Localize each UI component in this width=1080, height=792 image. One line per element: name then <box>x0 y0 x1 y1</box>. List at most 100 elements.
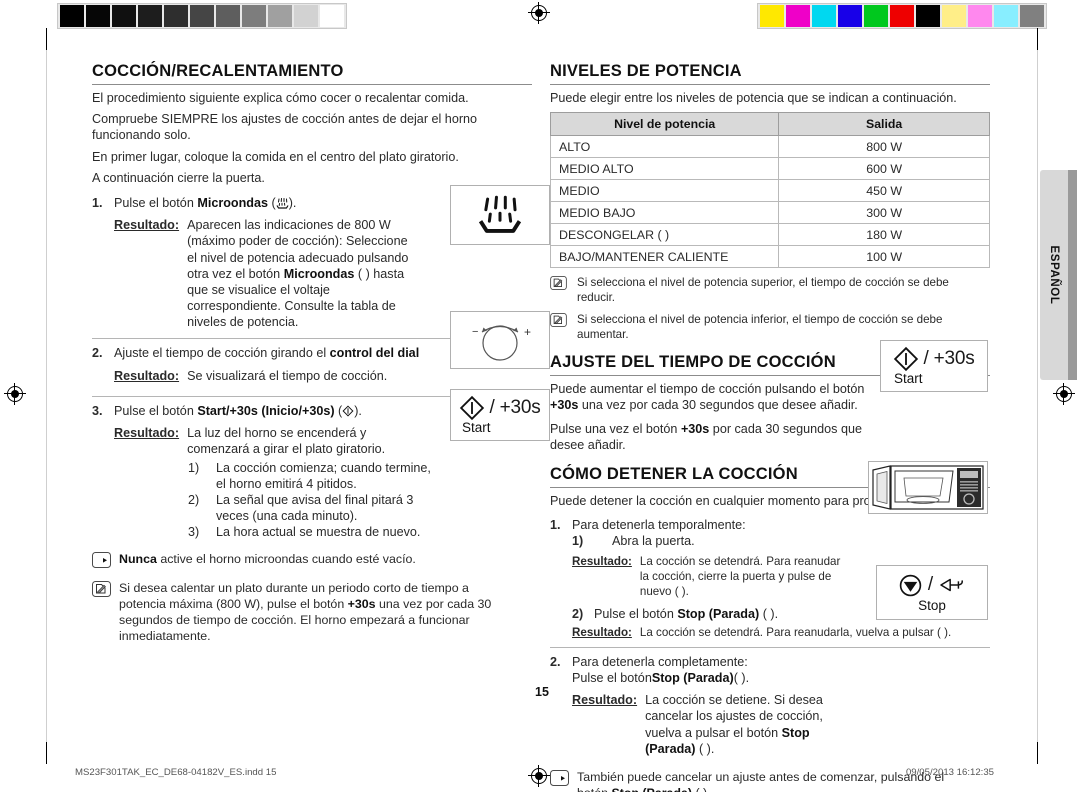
gray-swatch-7 <box>242 5 266 27</box>
table-cell-output: 600 W <box>778 157 990 181</box>
table-header-row: Nivel de potencia Salida <box>549 112 990 137</box>
table-cell-level: MEDIO ALTO <box>549 157 780 181</box>
step-2-text-a: Ajuste el tiempo de cocción girando el <box>114 345 330 360</box>
step-3-sub-2-number: 2) <box>188 493 200 508</box>
left-column: COCCIÓN/RECALENTAMIENTO El procedimiento… <box>92 62 550 644</box>
adjust-time-p1: Puede aumentar el tiempo de cocción puls… <box>550 381 865 413</box>
stop-step-1-sub-2-a: Pulse el botón <box>594 606 678 621</box>
right-column: NIVELES DE POTENCIA Puede elegir entre l… <box>549 62 990 792</box>
dial-icon: − + <box>472 325 531 361</box>
note-never-empty-text: Nunca active el horno microondas cuando … <box>119 551 532 569</box>
stop-step-1-result-2-text: La cocción se detendrá. Para reanudarla,… <box>639 625 952 639</box>
color-swatch-7 <box>942 5 966 27</box>
start-button-illustration: / +30s Start <box>450 389 550 441</box>
stop-step-1-result-2-label: Resultado: <box>572 625 632 639</box>
manual-page: ESPAÑOL COCCIÓN/RECALENTAMIENTO El proce… <box>0 0 1080 792</box>
step-2-number: 2. <box>92 345 103 360</box>
note-power-lower: Si selecciona el nivel de potencia infer… <box>550 312 990 342</box>
color-swatch-10 <box>1020 5 1044 27</box>
stop-step-2-number: 2. <box>550 654 561 669</box>
note-plus30s-bold: +30s <box>347 596 376 611</box>
color-swatch-6 <box>916 5 940 27</box>
note-plus30s: Si desea calentar un plato durante un pe… <box>92 580 532 644</box>
footer-timestamp: 09/05/2013 16:12:35 <box>905 767 994 778</box>
stop-step-2: 2. Para detenerla completamente: Pulse e… <box>550 654 990 757</box>
gray-swatch-0 <box>60 5 84 27</box>
gray-swatch-2 <box>112 5 136 27</box>
adjust-time-p1-c: una vez por cada 30 segundos que desee a… <box>578 398 858 413</box>
microwave-icon <box>276 197 289 213</box>
step-1-text-a: Pulse el botón <box>114 196 198 211</box>
start-button-plus-label: / +30s <box>489 397 541 418</box>
note-power-higher: Si selecciona el nivel de potencia super… <box>550 275 990 305</box>
table-cell-output: 100 W <box>778 245 990 269</box>
table-row: DESCONGELAR ( ) 180 W <box>549 223 990 247</box>
stop-step-1-sub-2-text: Pulse el botón Stop (Parada) ( ). <box>594 606 778 622</box>
stop-step-2-result-text: La cocción se detiene. Si desea cancelar… <box>645 692 837 757</box>
stop-step-1-result-1-label: Resultado: <box>572 554 632 568</box>
table-cell-output: 800 W <box>778 135 990 159</box>
caution-hand-icon <box>550 770 570 787</box>
stop-slash: / <box>927 574 934 595</box>
stop-step-1-text: Para detenerla temporalmente: <box>572 518 746 533</box>
note-never-bold: Nunca <box>119 551 157 566</box>
step-1-result: Resultado: Aparecen las indicaciones de … <box>114 217 414 330</box>
start-plus30s-illustration: / +30s Start <box>880 340 988 392</box>
table-row: ALTO 800 W <box>549 135 990 159</box>
adjust-time-p1-bold: +30s <box>550 398 579 413</box>
start-plus30s-row: / +30s <box>893 346 975 372</box>
step-3-sub-item: 3) La hora actual se muestra de nuevo. <box>188 524 438 540</box>
page-number: 15 <box>535 685 549 699</box>
step-3-result: Resultado: La luz del horno se encenderá… <box>114 425 404 457</box>
color-swatch-9 <box>994 5 1018 27</box>
color-swatch-8 <box>968 5 992 27</box>
step-3-text-a: Pulse el botón <box>114 404 198 419</box>
stop-button-row: / <box>898 573 966 598</box>
stop-step-2-result-label: Resultado: <box>572 693 638 708</box>
footer-filename: MS23F301TAK_EC_DE68-04182V_ES.indd 15 <box>75 767 277 778</box>
grayscale-calibration-strip <box>57 3 347 29</box>
language-tab-label: ESPAÑOL <box>1048 245 1060 305</box>
gray-swatch-4 <box>164 5 188 27</box>
start-diamond-icon <box>460 395 485 421</box>
adjust-time-p2-bold: +30s <box>680 421 710 436</box>
table-row: BAJO/MANTENER CALIENTE 100 W <box>549 245 990 269</box>
table-cell-level: MEDIO BAJO <box>549 201 780 225</box>
adjust-time-p2-a: Pulse una vez el botón <box>550 421 681 436</box>
step-3-result-label: Resultado: <box>114 426 180 441</box>
color-swatch-4 <box>864 5 888 27</box>
table-row: MEDIO 450 W <box>549 179 990 203</box>
note-cancel-bold: Stop (Parada) <box>611 786 692 792</box>
note-power-higher-text: Si selecciona el nivel de potencia super… <box>577 276 949 305</box>
stop-step-1-number: 1. <box>550 518 561 533</box>
color-swatch-2 <box>812 5 836 27</box>
intro-line-1: El procedimiento siguiente explica cómo … <box>92 91 469 105</box>
stop-step-1-result-1: Resultado: La cocción se detendrá. Para … <box>572 554 842 599</box>
registration-mark-left <box>4 383 26 405</box>
step-2-result-text: Se visualizará el tiempo de cocción. <box>187 368 388 383</box>
table-cell-level: ALTO <box>549 135 780 159</box>
registration-mark-right <box>1053 383 1075 405</box>
stop-circle-icon <box>899 574 922 596</box>
step-3-sublist: 1) La cocción comienza; cuando termine, … <box>188 460 438 541</box>
step-3-sub-3-text: La hora actual se muestra de nuevo. <box>216 525 421 540</box>
svg-text:−: − <box>472 326 478 338</box>
note-pencil-icon <box>550 276 570 293</box>
step-2-text-bold: control del dial <box>329 345 420 360</box>
plug-icon <box>940 578 964 592</box>
step-3-sub-item: 2) La señal que avisa del final pitará 3… <box>188 492 438 524</box>
table-cell-output: 300 W <box>778 201 990 225</box>
step-1-text: Pulse el botón Microondas ( ). <box>114 195 424 213</box>
note-plus30s-text: Si desea calentar un plato durante un pe… <box>119 580 509 644</box>
page-content: COCCIÓN/RECALENTAMIENTO El procedimiento… <box>62 62 1022 792</box>
stop-step-2-result: Resultado: La cocción se detiene. Si des… <box>572 692 837 757</box>
page-right-rule <box>1037 50 1038 742</box>
microwave-oven-illustration <box>868 461 988 514</box>
step-3-sub-3-number: 3) <box>188 525 200 540</box>
stop-button-label: Stop <box>918 597 946 613</box>
step-1-text-d: ). <box>288 196 297 211</box>
heading-coccion-recalentamiento: COCCIÓN/RECALENTAMIENTO <box>92 62 532 85</box>
table-header-salida: Salida <box>778 112 990 137</box>
stop-step-1-sub-1: 1) Abra la puerta. <box>572 533 990 549</box>
language-tab-espanol: ESPAÑOL <box>1040 170 1068 380</box>
